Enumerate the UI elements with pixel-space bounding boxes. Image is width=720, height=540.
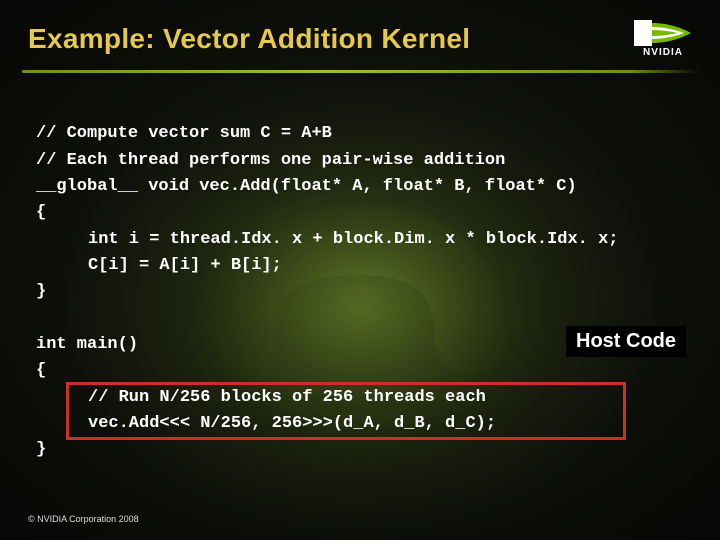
- code-line: }: [36, 282, 46, 301]
- code-line: C[i] = A[i] + B[i];: [88, 256, 282, 275]
- slide: Example: Vector Addition Kernel NVIDIA /…: [0, 0, 720, 540]
- code-line: int i = thread.Idx. x + block.Dim. x * b…: [88, 230, 619, 249]
- code-line: }: [36, 440, 46, 459]
- nvidia-eye-icon: [634, 20, 692, 46]
- code-line: __global__ void vec.Add(float* A, float*…: [36, 177, 577, 196]
- code-line: vec.Add<<< N/256, 256>>>(d_A, d_B, d_C);: [88, 414, 496, 433]
- code-line: // Run N/256 blocks of 256 threads each: [88, 388, 486, 407]
- code-line: {: [36, 361, 46, 380]
- nvidia-logo: NVIDIA: [634, 20, 692, 58]
- title-row: Example: Vector Addition Kernel NVIDIA: [0, 0, 720, 66]
- host-code-label: Host Code: [566, 326, 686, 357]
- slide-title: Example: Vector Addition Kernel: [28, 23, 622, 55]
- code-line: // Compute vector sum C = A+B: [36, 124, 332, 143]
- code-line: // Each thread performs one pair-wise ad…: [36, 151, 505, 170]
- code-line: {: [36, 203, 46, 222]
- copyright: © NVIDIA Corporation 2008: [28, 514, 139, 524]
- code-line: int main(): [36, 335, 138, 354]
- code-block: // Compute vector sum C = A+B // Each th…: [0, 73, 720, 464]
- nvidia-wordmark: NVIDIA: [643, 47, 683, 58]
